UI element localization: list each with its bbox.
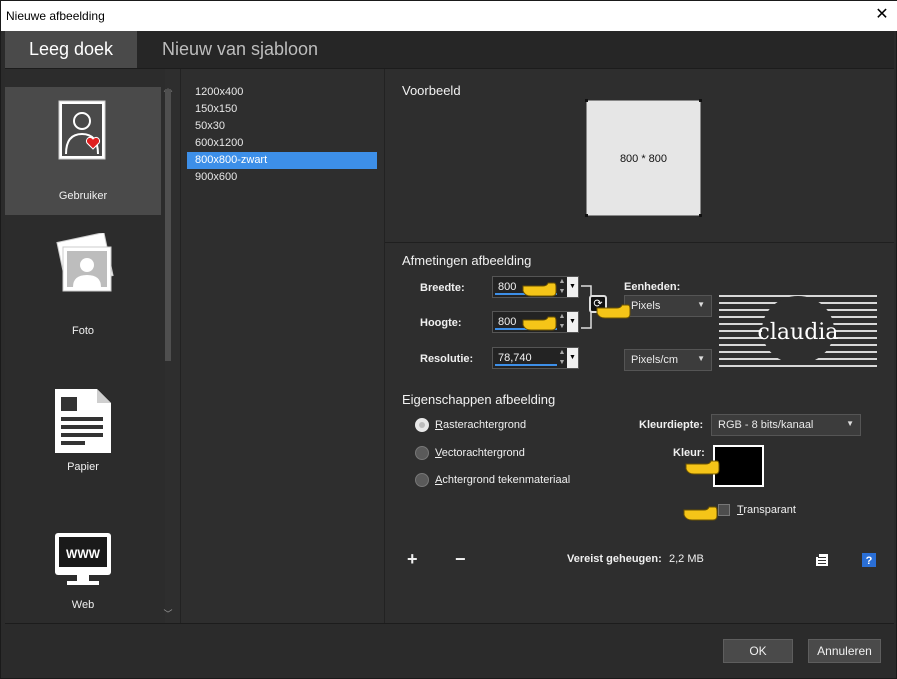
radio-label-vector: Vectorachtergrond [435, 447, 525, 459]
units-label: Eenheden: [624, 281, 681, 293]
close-icon[interactable]: ✕ [872, 5, 892, 25]
color-swatch[interactable] [713, 445, 764, 487]
tab-from-template[interactable]: Nieuw van sjabloon [155, 31, 325, 68]
dialog-footer: OK Annuleren [5, 623, 894, 676]
category-user[interactable]: Gebruiker [5, 87, 161, 215]
color-depth-value: RGB - 8 bits/kanaal [718, 419, 814, 431]
photo-icon [56, 233, 114, 292]
new-image-dialog: Nieuwe afbeelding ✕ Leeg doek Nieuw van … [0, 0, 897, 679]
memory-label: Vereist geheugen: [567, 553, 662, 565]
template-item[interactable]: 50x30 [187, 118, 377, 135]
radio-label-raster: Rasterachtergrond [435, 419, 527, 431]
height-label: Hoogte: [420, 317, 462, 329]
settings-pane: Voorbeeld 800 * 800 Afmetingen afbeeldin… [385, 69, 894, 624]
width-value: 800 [498, 281, 517, 293]
color-depth-select[interactable]: RGB - 8 bits/kanaal ▼ [711, 414, 861, 436]
chevron-down-icon: ▼ [697, 300, 705, 309]
radio-art-media-background[interactable] [415, 473, 429, 487]
save-preset-icon[interactable] [815, 553, 829, 567]
properties-title: Eigenschappen afbeelding [402, 392, 556, 407]
memory-value: 2,2 MB [669, 553, 704, 565]
ok-button[interactable]: OK [723, 639, 793, 663]
paper-icon [55, 389, 111, 453]
color-depth-label: Kleurdiepte: [639, 419, 704, 431]
tab-bar: Leeg doek Nieuw van sjabloon [5, 31, 894, 68]
cancel-button[interactable]: Annuleren [808, 639, 881, 663]
template-item[interactable]: 900x600 [187, 169, 377, 186]
template-list: 1200x400 150x150 50x30 600x1200 800x800-… [187, 84, 377, 186]
category-label-user: Gebruiker [58, 190, 108, 202]
template-item[interactable]: 150x150 [187, 101, 377, 118]
resolution-units-select[interactable]: Pixels/cm ▼ [624, 349, 712, 371]
category-scrollbar[interactable]: ︿ ﹀ [163, 83, 173, 619]
user-icon [58, 100, 106, 160]
units-select[interactable]: Pixels ▼ [624, 295, 712, 317]
chevron-down-icon: ▼ [697, 354, 705, 363]
tab-blank-canvas[interactable]: Leeg doek [5, 31, 137, 68]
pointing-hand-icon [522, 282, 557, 297]
pointing-hand-icon [522, 316, 557, 331]
chevron-down-icon: ▼ [846, 419, 854, 428]
resolution-label: Resolutie: [420, 353, 474, 365]
height-value: 800 [498, 316, 517, 328]
units-value: Pixels [631, 300, 661, 312]
plus-icon[interactable]: + [407, 550, 418, 568]
category-label-photo: Foto [71, 325, 94, 337]
dialog-content: Gebruiker Foto Papier WWW Web ︿ ﹀ 1200x4… [5, 68, 894, 625]
claudia-watermark-logo: claudia [719, 295, 877, 367]
minus-icon[interactable]: − [455, 550, 466, 568]
help-icon[interactable]: ? [862, 553, 876, 567]
category-list: Gebruiker Foto Papier WWW Web ︿ ﹀ [5, 69, 173, 625]
preview-canvas: 800 * 800 [585, 99, 702, 217]
radio-raster-background[interactable] [415, 418, 429, 432]
category-label-paper: Papier [67, 461, 99, 473]
category-photo[interactable]: Foto [5, 225, 161, 353]
radio-vector-background[interactable] [415, 446, 429, 460]
template-item[interactable]: 1200x400 [187, 84, 377, 101]
title-bar: Nieuwe afbeelding ✕ [1, 1, 897, 31]
radio-label-art-media: Achtergrond tekenmateriaal [435, 474, 571, 486]
web-monitor-icon: WWW [55, 533, 111, 585]
resolution-value: 78,740 [498, 352, 532, 364]
pointing-hand-icon [685, 460, 720, 475]
watermark-text: claudia [758, 320, 839, 345]
template-item[interactable]: 600x1200 [187, 135, 377, 152]
scroll-thumb[interactable] [165, 89, 171, 361]
svg-text:WWW: WWW [66, 547, 101, 561]
scroll-down-icon[interactable]: ﹀ [163, 609, 173, 619]
dropdown-arrow-icon[interactable]: ▼ [567, 277, 578, 297]
template-item-selected[interactable]: 800x800-zwart [187, 152, 377, 169]
transparent-checkbox[interactable] [718, 504, 730, 516]
section-divider [385, 242, 894, 243]
category-web[interactable]: WWW Web [5, 497, 161, 625]
dropdown-arrow-icon[interactable]: ▼ [567, 348, 578, 368]
width-label: Breedte: [420, 282, 465, 294]
spin-arrows-icon[interactable]: ▲ ▼ [557, 277, 567, 297]
dropdown-arrow-icon[interactable]: ▼ [567, 312, 578, 332]
pointing-hand-icon [683, 506, 718, 521]
svg-text:?: ? [866, 555, 873, 567]
resolution-units-value: Pixels/cm [631, 354, 679, 366]
color-label: Kleur: [673, 447, 705, 459]
resolution-spinbox[interactable]: 78,740 ▲ ▼ ▼ [492, 347, 579, 369]
column-divider [180, 69, 181, 624]
transparent-label: Transparant [737, 504, 796, 516]
pointing-hand-icon [596, 304, 631, 319]
spin-arrows-icon[interactable]: ▲ ▼ [557, 348, 567, 368]
window-title: Nieuwe afbeelding [6, 9, 105, 23]
preview-title: Voorbeeld [402, 83, 461, 98]
preview-size-text: 800 * 800 [619, 153, 668, 165]
category-paper[interactable]: Papier [5, 361, 161, 489]
spin-arrows-icon[interactable]: ▲ ▼ [557, 312, 567, 332]
category-label-web: Web [71, 599, 95, 611]
dimensions-title: Afmetingen afbeelding [402, 253, 532, 268]
